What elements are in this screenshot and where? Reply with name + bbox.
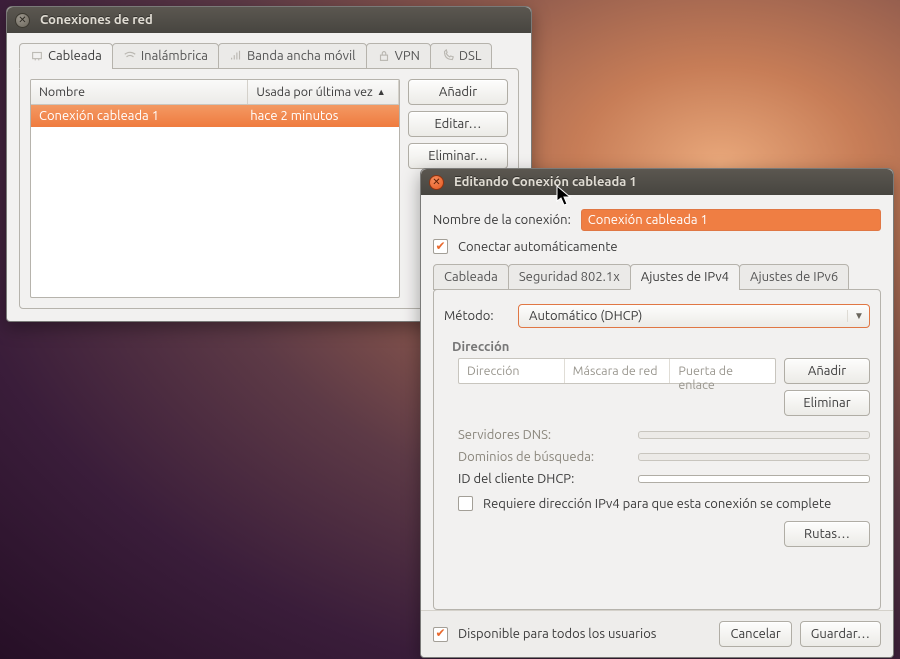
dhcp-client-id-label: ID del cliente DHCP: [458,472,628,486]
edit-connection-dialog: ✕ Editando Conexión cableada 1 Nombre de… [420,168,894,658]
column-header-last-used[interactable]: Usada por última vez ▲ [248,80,399,104]
autoconnect-checkbox[interactable] [433,239,448,254]
titlebar[interactable]: ✕ Conexiones de red [7,7,531,33]
search-domains-label: Dominios de búsqueda: [458,450,628,464]
wired-icon [30,49,44,63]
available-all-users-label: Disponible para todos los usuarios [458,627,656,641]
tab-8021x-security[interactable]: Seguridad 802.1x [508,264,631,290]
connection-name-label: Nombre de la conexión: [433,213,571,227]
connection-type-tabs: Cableada Inalámbrica Banda ancha móvil V… [19,43,519,69]
chevron-down-icon: ▼ [847,310,863,322]
require-ipv4-checkbox[interactable] [458,496,473,511]
tab-vpn[interactable]: VPN [366,43,431,69]
close-icon[interactable]: ✕ [429,175,444,190]
tab-wired-settings[interactable]: Cableada [433,264,509,290]
dialog-title: Editando Conexión cableada 1 [454,175,637,189]
titlebar[interactable]: ✕ Editando Conexión cableada 1 [421,169,893,195]
address-section-label: Dirección [452,340,870,354]
tab-mobile-broadband[interactable]: Banda ancha móvil [218,43,367,69]
require-ipv4-label: Requiere dirección IPv4 para que esta co… [483,497,831,511]
phone-icon [441,49,455,63]
search-domains-input [638,453,870,461]
column-header-name[interactable]: Nombre [31,80,248,104]
connection-list: Nombre Usada por última vez ▲ Conexión c… [30,79,400,298]
tab-dsl[interactable]: DSL [430,43,493,69]
save-button[interactable]: Guardar… [800,621,881,647]
address-delete-button[interactable]: Eliminar [784,390,870,416]
column-header-netmask[interactable]: Máscara de red [565,359,671,383]
method-label: Método: [444,309,508,323]
cancel-button[interactable]: Cancelar [719,621,791,647]
tab-ipv4-settings[interactable]: Ajustes de IPv4 [630,264,740,290]
autoconnect-label: Conectar automáticamente [458,240,618,254]
method-select[interactable]: Automático (DHCP) ▼ [518,304,870,328]
tab-wired[interactable]: Cableada [19,43,113,69]
sort-indicator-icon: ▲ [377,87,386,97]
available-all-users-checkbox[interactable] [433,627,448,642]
lock-icon [377,49,391,63]
mouse-cursor-icon [556,185,572,207]
connection-row[interactable]: Conexión cableada 1 hace 2 minutos [31,105,399,127]
connection-name-input[interactable]: Conexión cableada 1 [581,209,881,231]
close-icon[interactable]: ✕ [15,13,30,28]
address-add-button[interactable]: Añadir [784,358,870,384]
dhcp-client-id-input[interactable] [638,475,870,483]
dns-servers-input [638,431,870,439]
wifi-icon [123,49,137,63]
tab-ipv6-settings[interactable]: Ajustes de IPv6 [739,264,849,290]
signal-icon [229,49,243,63]
address-table: Dirección Máscara de red Puerta de enlac… [458,358,776,384]
window-title: Conexiones de red [40,13,153,27]
edit-button[interactable]: Editar… [408,111,508,137]
dns-servers-label: Servidores DNS: [458,428,628,442]
tab-wireless[interactable]: Inalámbrica [112,43,219,69]
add-button[interactable]: Añadir [408,79,508,105]
routes-button[interactable]: Rutas… [784,521,870,547]
column-header-address[interactable]: Dirección [459,359,565,383]
column-header-gateway[interactable]: Puerta de enlace [670,359,775,383]
delete-button[interactable]: Eliminar… [408,143,508,169]
